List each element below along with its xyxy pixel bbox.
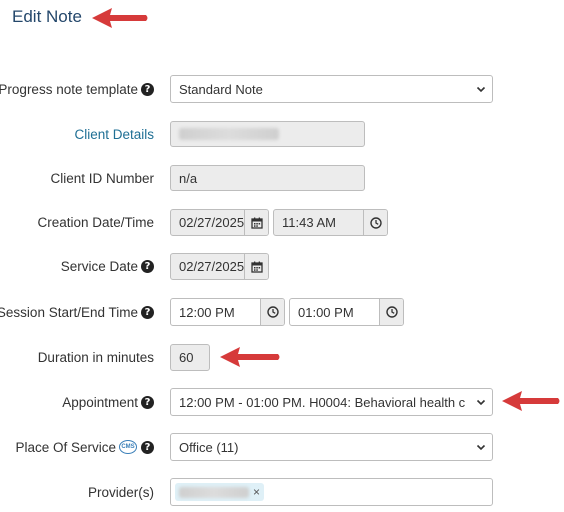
- clock-icon: [385, 306, 398, 318]
- row-providers: Provider(s) ×: [0, 478, 564, 506]
- place-label: Place Of Service CMS ?: [0, 433, 154, 461]
- question-circle-icon[interactable]: ?: [141, 305, 154, 319]
- appointment-select[interactable]: 12:00 PM - 01:00 PM. H0004: Behavioral h…: [170, 388, 493, 416]
- duration-label: Duration in minutes: [37, 350, 154, 365]
- question-circle-icon[interactable]: ?: [141, 82, 154, 96]
- clock-icon: [266, 306, 279, 318]
- clock-icon-button: [363, 210, 387, 235]
- row-place-of-service: Place Of Service CMS ? Office (11): [0, 433, 564, 461]
- calendar-icon-button: [244, 210, 268, 235]
- provider-tag: ×: [175, 483, 265, 501]
- row-template: Progress note template ? Standard Note: [0, 75, 564, 103]
- chevron-down-icon: [476, 86, 486, 93]
- row-duration: Duration in minutes 60: [0, 344, 564, 371]
- calendar-icon: [250, 217, 263, 229]
- client-id-field: n/a: [170, 165, 365, 191]
- page-title: Edit Note: [12, 7, 82, 26]
- question-circle-icon[interactable]: ?: [141, 395, 154, 409]
- row-client-id: Client ID Number n/a: [0, 165, 564, 191]
- template-select[interactable]: Standard Note: [170, 75, 493, 103]
- question-circle-icon[interactable]: ?: [141, 440, 154, 454]
- cms-icon[interactable]: CMS: [119, 440, 137, 454]
- red-arrow-icon: [92, 8, 148, 28]
- question-circle-icon[interactable]: ?: [141, 260, 154, 273]
- session-start-input[interactable]: 12:00 PM: [170, 298, 285, 326]
- row-client-details: Client Details: [0, 121, 564, 147]
- client-name-field: [170, 121, 365, 147]
- remove-provider-button[interactable]: ×: [253, 485, 260, 499]
- row-appointment: Appointment ? 12:00 PM - 01:00 PM. H0004…: [0, 388, 564, 416]
- clock-icon: [369, 216, 382, 229]
- creation-date-field: 02/27/2025: [170, 209, 269, 236]
- calendar-button[interactable]: [244, 254, 268, 279]
- client-id-label: Client ID Number: [50, 170, 154, 186]
- redacted-provider-name: [179, 486, 249, 498]
- creation-time-field: 11:43 AM: [273, 209, 388, 236]
- creation-label: Creation Date/Time: [37, 215, 154, 230]
- appointment-label: Appointment ?: [0, 388, 154, 416]
- template-label: Progress note template ?: [0, 75, 154, 103]
- row-service-date: Service Date ? 02/27/2025: [0, 253, 564, 280]
- row-session: Session Start/End Time ? 12:00 PM 01:00 …: [0, 298, 564, 326]
- clock-button[interactable]: [379, 299, 403, 325]
- session-end-input[interactable]: 01:00 PM: [289, 298, 404, 326]
- service-date-label: Service Date ?: [0, 253, 154, 280]
- calendar-icon: [250, 261, 263, 273]
- service-date-field[interactable]: 02/27/2025: [170, 253, 269, 280]
- client-details-link[interactable]: Client Details: [0, 121, 154, 147]
- providers-label: Provider(s): [87, 484, 154, 500]
- place-of-service-select[interactable]: Office (11): [170, 433, 493, 461]
- providers-multiselect[interactable]: ×: [170, 478, 493, 506]
- clock-button[interactable]: [260, 299, 284, 325]
- redacted-client-name: [179, 128, 279, 140]
- duration-field: 60: [170, 344, 210, 371]
- session-label: Session Start/End Time ?: [0, 298, 154, 326]
- chevron-down-icon: [476, 399, 486, 406]
- chevron-down-icon: [476, 444, 486, 451]
- row-creation: Creation Date/Time 02/27/2025 11:43 AM: [0, 209, 564, 236]
